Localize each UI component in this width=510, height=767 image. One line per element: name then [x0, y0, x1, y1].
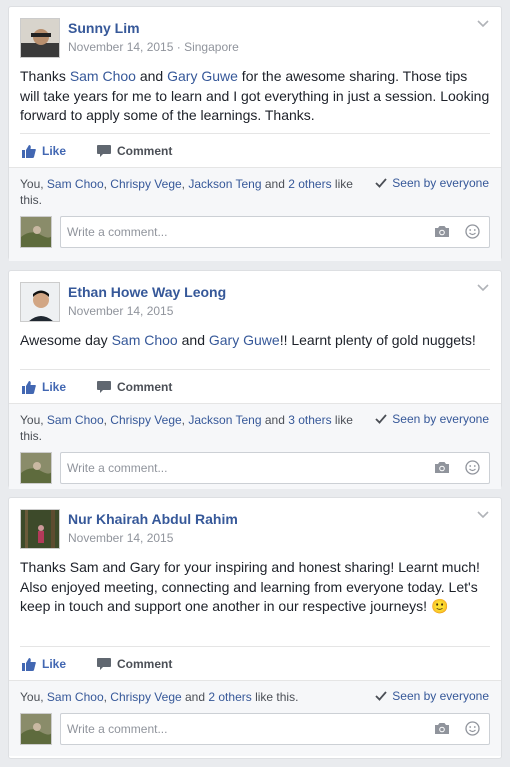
- comment-input[interactable]: [60, 452, 490, 484]
- post-header: Ethan Howe Way Leong November 14, 2015: [9, 271, 501, 323]
- likes-summary: You, Sam Choo, Chrispy Vege, Jackson Ten…: [20, 177, 353, 207]
- post-text: !! Learnt plenty of gold nuggets!: [279, 332, 476, 348]
- like-label: Like: [42, 144, 67, 158]
- avatar[interactable]: [20, 713, 52, 745]
- post-body: Awesome day Sam Choo and Gary Guwe!! Lea…: [9, 323, 501, 369]
- post-body: Thanks Sam and Gary for your inspiring a…: [9, 550, 501, 646]
- post-meta: November 14, 2015: [68, 531, 173, 545]
- mention-link[interactable]: Gary Guwe: [209, 332, 280, 348]
- author-avatar[interactable]: [20, 282, 60, 322]
- checkmark-icon: [375, 691, 387, 701]
- smiley-emoji: 🙂: [430, 598, 449, 614]
- chevron-down-icon[interactable]: [477, 510, 489, 520]
- post-meta: November 14, 2015: [68, 304, 173, 318]
- post-actions: Like Comment: [20, 646, 490, 680]
- chevron-down-icon[interactable]: [477, 19, 489, 29]
- like-button[interactable]: Like: [22, 144, 66, 158]
- thumbs-up-icon: [22, 657, 36, 671]
- comment-button[interactable]: Comment: [97, 144, 172, 158]
- thumbs-up-icon: [22, 144, 36, 158]
- seen-label: Seen by everyone: [392, 176, 489, 190]
- post-date[interactable]: November 14, 2015: [68, 304, 173, 318]
- camera-icon[interactable]: [434, 722, 450, 735]
- post-body: Thanks Sam Choo and Gary Guwe for the aw…: [9, 59, 501, 133]
- likes-summary: You, Sam Choo, Chrispy Vege and 2 others…: [20, 690, 299, 704]
- avatar[interactable]: [20, 216, 52, 248]
- liker-link[interactable]: Sam Choo: [47, 413, 104, 427]
- post-footer: You, Sam Choo, Chrispy Vege, Jackson Ten…: [9, 167, 501, 261]
- liker-link[interactable]: Chrispy Vege: [110, 413, 181, 427]
- author-name[interactable]: Ethan Howe Way Leong: [68, 284, 226, 300]
- avatar[interactable]: [20, 452, 52, 484]
- post-date[interactable]: November 14, 2015: [68, 531, 173, 545]
- liker-link[interactable]: Chrispy Vege: [110, 177, 181, 191]
- author-name[interactable]: Sunny Lim: [68, 20, 140, 36]
- others-link[interactable]: 3 others: [288, 413, 331, 427]
- post-footer: You, Sam Choo, Chrispy Vege and 2 others…: [9, 680, 501, 756]
- comment-input[interactable]: [60, 713, 490, 745]
- speech-bubble-icon: [97, 145, 111, 157]
- seen-label: Seen by everyone: [392, 412, 489, 426]
- comment-composer: [20, 216, 490, 250]
- feed-post: Ethan Howe Way Leong November 14, 2015 A…: [8, 270, 502, 489]
- post-header: Nur Khairah Abdul Rahim November 14, 201…: [9, 498, 501, 550]
- mention-link[interactable]: Sam Choo: [70, 68, 136, 84]
- checkmark-icon: [375, 414, 387, 424]
- author-avatar[interactable]: [20, 509, 60, 549]
- post-actions: Like Comment: [20, 133, 490, 167]
- comment-composer: [20, 452, 490, 486]
- comment-label: Comment: [117, 657, 173, 671]
- post-meta: November 14, 2015 · Singapore: [68, 40, 239, 54]
- liker-link[interactable]: Jackson Teng: [188, 413, 261, 427]
- comment-button[interactable]: Comment: [97, 657, 172, 671]
- like-label: Like: [42, 380, 67, 394]
- feed-post: Sunny Lim November 14, 2015 · Singapore …: [8, 6, 502, 261]
- seen-by[interactable]: Seen by everyone: [375, 689, 489, 703]
- comment-button[interactable]: Comment: [97, 380, 172, 394]
- others-link[interactable]: 2 others: [208, 690, 251, 704]
- camera-icon[interactable]: [434, 461, 450, 474]
- like-button[interactable]: Like: [22, 380, 66, 394]
- seen-label: Seen by everyone: [392, 689, 489, 703]
- liker-link[interactable]: Sam Choo: [47, 690, 104, 704]
- likes-summary: You, Sam Choo, Chrispy Vege, Jackson Ten…: [20, 413, 353, 443]
- post-text: and: [135, 68, 168, 84]
- others-link[interactable]: 2 others: [288, 177, 331, 191]
- post-text: Thanks: [20, 68, 70, 84]
- camera-icon[interactable]: [434, 225, 450, 238]
- smiley-icon[interactable]: [465, 224, 480, 239]
- smiley-icon[interactable]: [465, 460, 480, 475]
- comment-label: Comment: [117, 144, 173, 158]
- like-button[interactable]: Like: [22, 657, 66, 671]
- smiley-icon[interactable]: [465, 721, 480, 736]
- post-date[interactable]: November 14, 2015: [68, 40, 173, 54]
- post-location[interactable]: Singapore: [184, 40, 239, 54]
- checkmark-icon: [375, 178, 387, 188]
- post-text: Awesome day: [20, 332, 112, 348]
- comment-input[interactable]: [60, 216, 490, 248]
- comment-composer: [20, 713, 490, 747]
- post-footer: You, Sam Choo, Chrispy Vege, Jackson Ten…: [9, 403, 501, 489]
- chevron-down-icon[interactable]: [477, 283, 489, 293]
- thumbs-up-icon: [22, 380, 36, 394]
- author-name[interactable]: Nur Khairah Abdul Rahim: [68, 511, 238, 527]
- liker-link[interactable]: Chrispy Vege: [110, 690, 181, 704]
- seen-by[interactable]: Seen by everyone: [375, 176, 489, 190]
- comment-label: Comment: [117, 380, 173, 394]
- liker-link[interactable]: Jackson Teng: [188, 177, 261, 191]
- mention-link[interactable]: Gary Guwe: [167, 68, 238, 84]
- post-header: Sunny Lim November 14, 2015 · Singapore: [9, 7, 501, 59]
- seen-by[interactable]: Seen by everyone: [375, 412, 489, 426]
- mention-link[interactable]: Sam Choo: [112, 332, 178, 348]
- post-actions: Like Comment: [20, 369, 490, 403]
- speech-bubble-icon: [97, 381, 111, 393]
- post-text: and: [177, 332, 209, 348]
- like-label: Like: [42, 657, 67, 671]
- speech-bubble-icon: [97, 658, 111, 670]
- post-text: Thanks Sam and Gary for your inspiring a…: [20, 559, 480, 614]
- feed-post: Nur Khairah Abdul Rahim November 14, 201…: [8, 497, 502, 759]
- liker-link[interactable]: Sam Choo: [47, 177, 104, 191]
- author-avatar[interactable]: [20, 18, 60, 58]
